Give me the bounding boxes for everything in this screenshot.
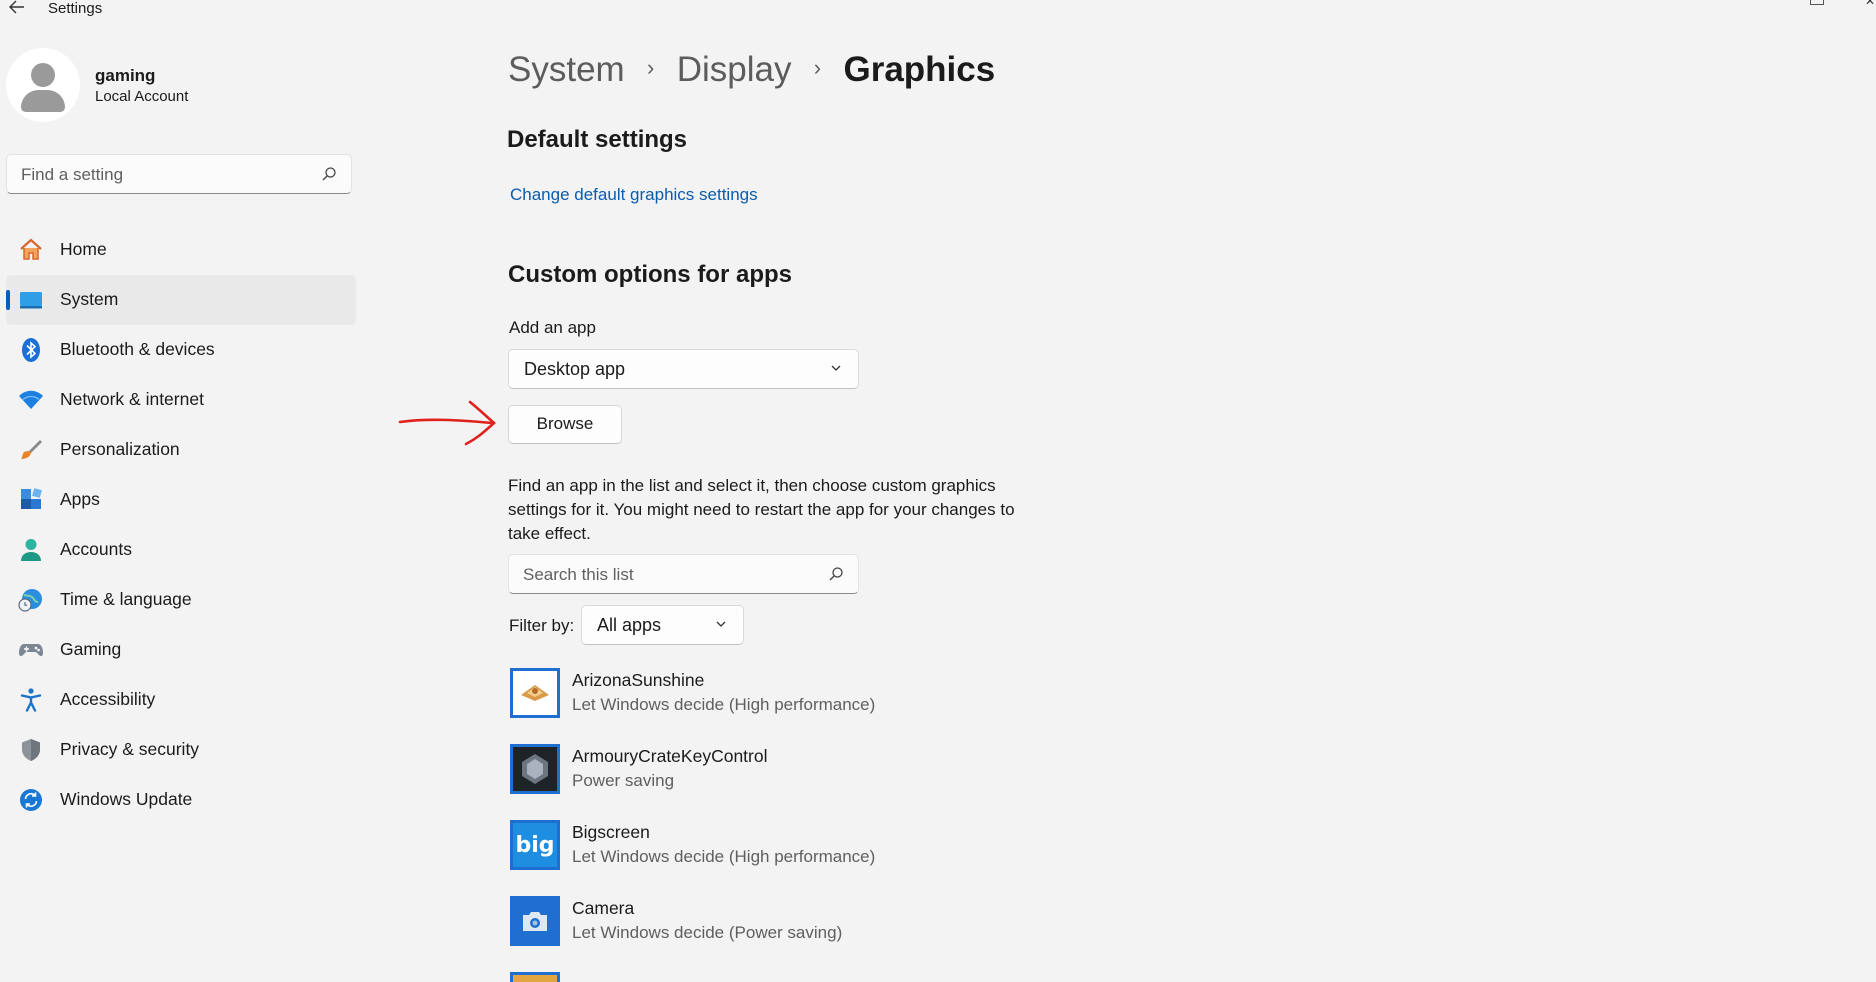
search-icon <box>322 167 336 181</box>
bluetooth-icon <box>18 337 44 363</box>
bigscreen-icon: big <box>510 820 560 870</box>
chevron-down-icon <box>831 365 841 371</box>
default-settings-heading: Default settings <box>507 126 688 153</box>
sidebar-item-label: Accessibility <box>60 689 156 709</box>
avatar-person-icon <box>31 63 55 87</box>
window-control-icon[interactable] <box>1810 0 1824 5</box>
sidebar-nav: Home System Bluetooth & devices Network … <box>6 225 356 825</box>
settings-search[interactable] <box>6 154 352 195</box>
camera-icon <box>510 896 560 946</box>
sidebar-item-label: Accounts <box>60 539 132 559</box>
shield-icon <box>18 737 44 763</box>
chevron-right-icon: › <box>647 54 655 80</box>
globe-clock-icon <box>18 587 44 613</box>
filter-dropdown[interactable]: All apps <box>581 605 744 645</box>
sidebar-item-apps[interactable]: Apps <box>6 475 356 525</box>
filter-label: Filter by: <box>509 616 575 635</box>
account-icon <box>18 537 44 563</box>
custom-options-heading: Custom options for apps <box>508 261 792 288</box>
sidebar-item-windows-update[interactable]: Windows Update <box>6 775 356 825</box>
profile-account-type: Local Account <box>95 88 189 105</box>
sidebar-item-accounts[interactable]: Accounts <box>6 525 356 575</box>
app-graphics-preference: Let Windows decide (High performance) <box>572 847 876 866</box>
list-item[interactable]: big Bigscreen Let Windows decide (High p… <box>508 820 1008 882</box>
armoury-crate-icon <box>510 744 560 794</box>
breadcrumb: System › Display › Graphics <box>508 50 995 90</box>
sidebar-item-label: Bluetooth & devices <box>60 339 215 359</box>
home-icon <box>18 237 44 263</box>
list-item[interactable] <box>508 972 1008 982</box>
app-title: Settings <box>48 0 103 17</box>
list-item[interactable]: Camera Let Windows decide (Power saving) <box>508 896 1008 958</box>
app-graphics-preference: Let Windows decide (High performance) <box>572 695 876 714</box>
sidebar-item-label: Time & language <box>60 589 192 609</box>
sidebar-item-label: System <box>60 289 119 309</box>
app-list-search[interactable] <box>508 554 859 595</box>
sidebar-item-system[interactable]: System <box>6 275 356 325</box>
sidebar-item-personalization[interactable]: Personalization <box>6 425 356 475</box>
sidebar-item-accessibility[interactable]: Accessibility <box>6 675 356 725</box>
profile-name: gaming <box>95 66 156 85</box>
bigscreen-logo-text: big <box>515 832 555 858</box>
sidebar-item-label: Home <box>60 239 107 259</box>
wifi-icon <box>18 387 44 413</box>
sidebar-item-gaming[interactable]: Gaming <box>6 625 356 675</box>
page-title: Graphics <box>843 50 996 89</box>
arizona-sunshine-icon <box>510 668 560 718</box>
app-name: Camera <box>572 898 635 918</box>
sidebar-item-label: Privacy & security <box>60 739 200 759</box>
system-icon <box>18 287 44 313</box>
sidebar-item-time-language[interactable]: Time & language <box>6 575 356 625</box>
sidebar-item-label: Apps <box>60 489 100 509</box>
back-button[interactable] <box>6 0 28 18</box>
sidebar-item-label: Network & internet <box>60 389 204 409</box>
app-type-value: Desktop app <box>524 359 626 379</box>
annotation-arrow-icon <box>398 400 497 446</box>
sidebar-item-network[interactable]: Network & internet <box>6 375 356 425</box>
search-icon <box>829 567 843 581</box>
breadcrumb-display[interactable]: Display <box>677 50 792 89</box>
app-graphics-preference: Power saving <box>572 771 675 790</box>
window-close-icon[interactable]: ✕ <box>1865 0 1875 8</box>
browse-button[interactable]: Browse <box>508 405 622 444</box>
brush-icon <box>18 437 44 463</box>
breadcrumb-system[interactable]: System <box>508 50 625 89</box>
sidebar-item-bluetooth[interactable]: Bluetooth & devices <box>6 325 356 375</box>
app-list-description: Find an app in the list and select it, t… <box>508 476 1015 543</box>
sidebar-item-label: Personalization <box>60 439 180 459</box>
apps-icon <box>18 487 44 513</box>
app-name: ArizonaSunshine <box>572 670 705 690</box>
app-graphics-preference: Let Windows decide (Power saving) <box>572 923 843 942</box>
chevron-right-icon: › <box>813 54 822 80</box>
sidebar-item-label: Gaming <box>60 639 122 659</box>
app-icon <box>510 972 560 982</box>
app-name: ArmouryCrateKeyControl <box>572 746 768 766</box>
list-search-input[interactable] <box>521 555 825 595</box>
list-item[interactable]: ArmouryCrateKeyControl Power saving <box>508 744 1008 806</box>
app-type-dropdown[interactable]: Desktop app <box>508 349 859 389</box>
accessibility-icon <box>18 687 44 713</box>
gamepad-icon <box>18 637 44 663</box>
update-icon <box>18 787 44 813</box>
change-default-graphics-link[interactable]: Change default graphics settings <box>510 185 758 205</box>
list-item[interactable]: ArizonaSunshine Let Windows decide (High… <box>508 668 1008 730</box>
search-input[interactable] <box>19 155 313 195</box>
add-app-label: Add an app <box>509 318 596 337</box>
sidebar-item-privacy-security[interactable]: Privacy & security <box>6 725 356 775</box>
sidebar-item-home[interactable]: Home <box>6 225 356 275</box>
filter-value: All apps <box>597 615 662 635</box>
app-name: Bigscreen <box>572 822 650 842</box>
avatar[interactable] <box>6 48 80 122</box>
sidebar-item-label: Windows Update <box>60 789 193 809</box>
chevron-down-icon <box>716 621 726 627</box>
back-arrow-icon <box>9 0 24 14</box>
